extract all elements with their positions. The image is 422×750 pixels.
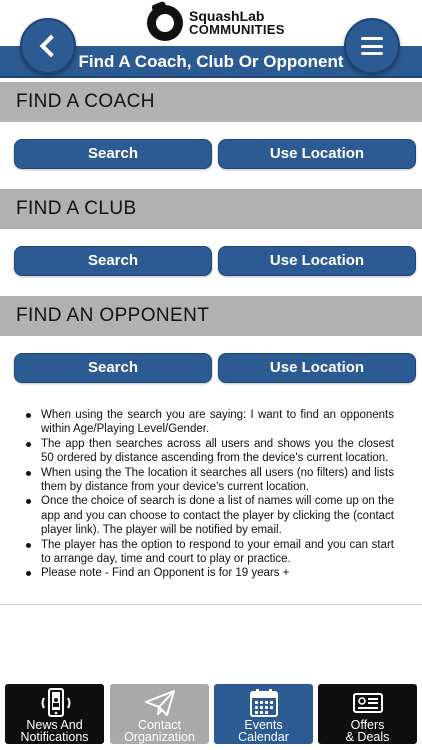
info-list: When using the search you are saying: I …: [22, 408, 394, 581]
nav-label-line2: Calendar: [238, 730, 289, 744]
chevron-left-icon: [39, 34, 63, 58]
coach-search-button[interactable]: Search: [14, 139, 212, 169]
nav-offers-deals[interactable]: Offers & Deals: [318, 684, 417, 744]
info-item: The app then searches across all users a…: [22, 437, 394, 466]
nav-events-calendar[interactable]: Events Calendar: [214, 684, 313, 744]
logo-text-line2: COMMUNITIES: [189, 22, 285, 37]
club-search-button[interactable]: Search: [14, 246, 212, 276]
opponent-use-location-button[interactable]: Use Location: [218, 353, 416, 383]
phone-notification-icon: [35, 687, 75, 719]
coach-use-location-button[interactable]: Use Location: [218, 139, 416, 169]
divider: [0, 604, 422, 605]
nav-label-line2: Organization: [124, 730, 195, 744]
section-heading: FIND A CLUB: [16, 198, 137, 219]
info-item: When using the The location it searches …: [22, 466, 394, 495]
logo-mark-icon: [147, 5, 183, 41]
back-button[interactable]: [20, 18, 76, 74]
menu-button[interactable]: [344, 18, 400, 74]
logo-text-line1: SquashLab: [189, 8, 265, 24]
info-item: Once the choice of search is done a list…: [22, 494, 394, 537]
squashlab-logo: SquashLab COMMUNITIES: [147, 3, 285, 43]
hamburger-menu-icon: [361, 37, 383, 55]
info-item: When using the search you are saying: I …: [22, 408, 394, 437]
section-heading: FIND AN OPPONENT: [16, 305, 210, 326]
section-find-opponent: FIND AN OPPONENT: [0, 296, 422, 336]
nav-label-line2: & Deals: [345, 730, 390, 744]
voucher-icon: [348, 687, 388, 719]
paper-plane-icon: [140, 687, 180, 719]
info-item: The player has the option to respond to …: [22, 538, 394, 567]
app-header: SquashLab COMMUNITIES Find A Coach, Club…: [0, 0, 422, 82]
section-find-coach: FIND A COACH: [0, 82, 422, 122]
nav-label-line2: Notifications: [20, 730, 89, 744]
section-heading: FIND A COACH: [16, 91, 155, 112]
calendar-icon: [244, 687, 284, 719]
section-find-club: FIND A CLUB: [0, 189, 422, 229]
opponent-search-button[interactable]: Search: [14, 353, 212, 383]
nav-news-notifications[interactable]: News And Notifications: [5, 684, 104, 744]
info-item: Please note - Find an Opponent is for 19…: [22, 566, 394, 580]
nav-contact-organization[interactable]: Contact Organization: [110, 684, 209, 744]
club-use-location-button[interactable]: Use Location: [218, 246, 416, 276]
